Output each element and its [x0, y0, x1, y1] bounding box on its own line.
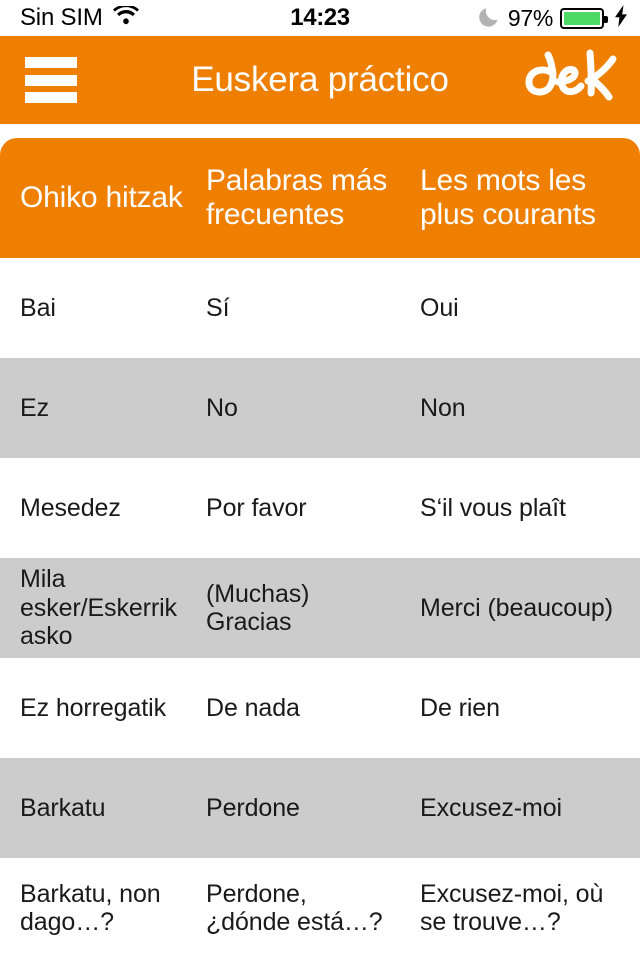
phrase-table: Ohiko hitzak Palabras más frecuentes Les… — [0, 124, 640, 958]
cell-french: Non — [420, 393, 466, 422]
cell-basque: Mesedez — [20, 493, 121, 522]
battery-percent-label: 97% — [507, 4, 553, 31]
cell-spanish: Por favor — [206, 493, 307, 522]
cell-french: Merci (beaucoup) — [420, 593, 613, 622]
app-nav-bar: Euskera práctico — [0, 36, 640, 124]
table-header-row: Ohiko hitzak Palabras más frecuentes Les… — [0, 138, 640, 258]
cell-spanish: Perdone, ¿dónde está…? — [206, 879, 383, 937]
battery-icon — [560, 7, 608, 29]
cell-french: S‘il vous plaît — [420, 493, 566, 522]
cell-french: Excusez-moi, où se trouve…? — [420, 879, 604, 937]
cell-french: De rien — [420, 693, 500, 722]
cell-french: Oui — [420, 293, 459, 322]
table-row[interactable]: Barkatu, non dago…? Perdone, ¿dónde está… — [0, 858, 640, 958]
cell-spanish: De nada — [206, 693, 300, 722]
cell-spanish: (Muchas) Gracias — [206, 579, 310, 637]
battery-fill — [564, 11, 600, 25]
table-row[interactable]: Mesedez Por favor S‘il vous plaît — [0, 458, 640, 558]
do-not-disturb-moon-icon — [479, 4, 501, 32]
table-top-spacer — [0, 124, 640, 138]
cell-basque: Barkatu — [20, 793, 106, 822]
cell-spanish: Perdone — [206, 793, 300, 822]
table-row[interactable]: Mila esker/Eskerrik asko (Muchas) Gracia… — [0, 558, 640, 658]
cell-basque: Barkatu, non dago…? — [20, 879, 161, 937]
column-header-spanish: Palabras más frecuentes — [206, 164, 388, 231]
column-header-french: Les mots les plus courants — [420, 164, 596, 231]
cell-french: Excusez-moi — [420, 793, 562, 822]
cell-basque: Mila esker/Eskerrik asko — [20, 565, 177, 651]
cell-basque: Bai — [20, 293, 56, 322]
table-row[interactable]: Bai Sí Oui — [0, 258, 640, 358]
table-row[interactable]: Ez horregatik De nada De rien — [0, 658, 640, 758]
cell-spanish: No — [206, 393, 238, 422]
table-row[interactable]: Ez No Non — [0, 358, 640, 458]
aek-logo[interactable] — [522, 47, 626, 113]
cell-basque: Ez — [20, 393, 49, 422]
column-header-basque: Ohiko hitzak — [20, 181, 183, 215]
status-bar-right: 97% — [479, 4, 628, 32]
table-row[interactable]: Barkatu Perdone Excusez-moi — [0, 758, 640, 858]
status-bar: Sin SIM 14:23 97% — [0, 0, 640, 36]
lightning-bolt-icon — [615, 4, 628, 32]
cell-spanish: Sí — [206, 293, 230, 322]
cell-basque: Ez horregatik — [20, 693, 166, 722]
